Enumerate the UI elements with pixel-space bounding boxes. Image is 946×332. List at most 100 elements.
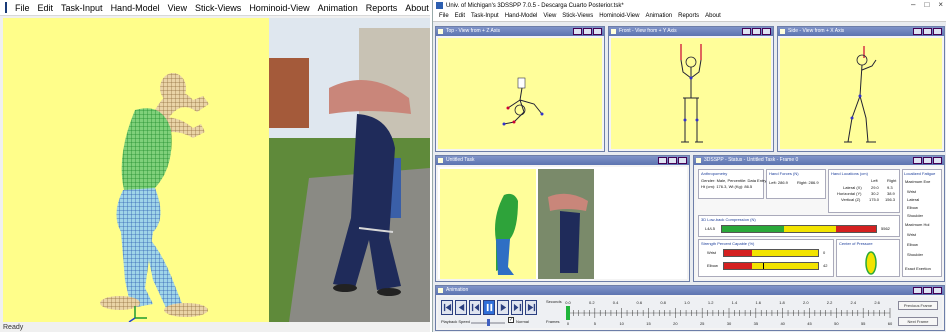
window-icon bbox=[780, 29, 785, 34]
rewind-icon[interactable] bbox=[469, 300, 481, 315]
hand-location-row-left: 30.2 bbox=[871, 191, 879, 196]
menu-view[interactable]: View bbox=[540, 13, 559, 19]
maximize-button[interactable]: □ bbox=[924, 0, 929, 9]
app-logo-icon bbox=[436, 2, 443, 9]
menu-animation[interactable]: Animation bbox=[642, 13, 675, 19]
top-view-canvas[interactable] bbox=[438, 38, 602, 149]
max-icon[interactable] bbox=[923, 157, 932, 164]
menu-about[interactable]: About bbox=[702, 13, 724, 19]
strength-bar-red bbox=[724, 250, 753, 256]
menu-edit[interactable]: Edit bbox=[34, 3, 58, 13]
seconds-tick-label: 2.6 bbox=[874, 300, 880, 305]
frame-tick-label: 5 bbox=[594, 321, 597, 326]
min-icon[interactable] bbox=[658, 157, 667, 164]
close-icon[interactable] bbox=[678, 157, 687, 164]
min-icon[interactable] bbox=[573, 28, 582, 35]
max-icon[interactable] bbox=[668, 157, 677, 164]
frame-tick-label: 0 bbox=[567, 321, 570, 326]
hand-location-row-name: Lateral (X) bbox=[843, 185, 862, 190]
menu-about[interactable]: About bbox=[401, 3, 433, 13]
menu-animation[interactable]: Animation bbox=[314, 3, 362, 13]
menu-reports[interactable]: Reports bbox=[362, 3, 402, 13]
current-frame-marker[interactable] bbox=[566, 306, 570, 320]
window-icon bbox=[611, 29, 616, 34]
top-view-window[interactable]: Top - View from + Z Axis bbox=[435, 26, 605, 152]
menu-hand-model[interactable]: Hand-Model bbox=[107, 3, 164, 13]
strength-row-label: Wrist bbox=[707, 250, 717, 255]
max-icon[interactable] bbox=[923, 28, 932, 35]
animation-window[interactable]: Animation Playback Speed ✓ Normal Second… bbox=[435, 285, 945, 331]
step-back-icon[interactable] bbox=[455, 300, 467, 315]
untitled-task-title: Untitled Task bbox=[446, 157, 475, 163]
skip-start-icon[interactable] bbox=[441, 300, 453, 315]
min-icon[interactable] bbox=[742, 28, 751, 35]
close-icon[interactable] bbox=[593, 28, 602, 35]
side-view-canvas[interactable] bbox=[780, 38, 942, 149]
menu-task-input[interactable]: Task-Input bbox=[468, 13, 502, 19]
fast-forward-icon[interactable] bbox=[511, 300, 523, 315]
seconds-tick-label: 1.0 bbox=[684, 300, 690, 305]
center-of-pressure-label: Center of Pressure bbox=[839, 241, 873, 246]
max-icon[interactable] bbox=[923, 287, 932, 294]
close-icon[interactable] bbox=[933, 287, 942, 294]
report-title: 3DSSPP - Status - Untitled Task - Frame … bbox=[704, 157, 799, 163]
pause-icon[interactable] bbox=[483, 300, 495, 315]
hominoid-viewport[interactable] bbox=[3, 18, 269, 323]
play-icon[interactable] bbox=[497, 300, 509, 315]
seconds-tick-label: 2.0 bbox=[803, 300, 809, 305]
frame-tick-label: 55 bbox=[861, 321, 866, 326]
right-titlebar: Univ. of Michigan's 3DSSPP 7.0.5 - Desca… bbox=[433, 0, 946, 11]
window-title: Univ. of Michigan's 3DSSPP 7.0.5 - Desca… bbox=[446, 2, 624, 9]
menu-reports[interactable]: Reports bbox=[675, 13, 702, 19]
menu-hominoid-view[interactable]: Hominoid-View bbox=[245, 3, 313, 13]
hand-forces-label: Hand Forces (N) bbox=[769, 171, 799, 176]
menu-hominoid-view[interactable]: Hominoid-View bbox=[596, 13, 642, 19]
reference-photo bbox=[269, 18, 430, 322]
skip-end-icon[interactable] bbox=[525, 300, 537, 315]
untitled-task-window[interactable]: Untitled Task bbox=[435, 155, 690, 282]
compression-label: 3D Low-back Compression (N) bbox=[701, 217, 756, 222]
frame-tick-label: 50 bbox=[834, 321, 839, 326]
previous-frame-button[interactable]: Previous Frame bbox=[898, 301, 938, 310]
menu-file[interactable]: File bbox=[436, 13, 452, 19]
compression-value: 5562 bbox=[881, 226, 890, 231]
close-icon[interactable] bbox=[933, 28, 942, 35]
menu-hand-model[interactable]: Hand-Model bbox=[502, 13, 541, 19]
menu-view[interactable]: View bbox=[164, 3, 191, 13]
menu-task-input[interactable]: Task-Input bbox=[57, 3, 107, 13]
min-icon[interactable] bbox=[913, 28, 922, 35]
min-icon[interactable] bbox=[913, 287, 922, 294]
report-window[interactable]: 3DSSPP - Status - Untitled Task - Frame … bbox=[693, 155, 945, 282]
close-icon[interactable] bbox=[933, 157, 942, 164]
frame-tick-label: 30 bbox=[727, 321, 732, 326]
window-icon bbox=[438, 29, 443, 34]
playback-speed-slider[interactable] bbox=[470, 318, 506, 326]
report-body: Anthropometry Gender: Male, Percentile: … bbox=[696, 167, 942, 279]
fatigue-row: Maximum Exe bbox=[905, 179, 931, 184]
close-icon[interactable] bbox=[762, 28, 771, 35]
fatigue-row: Wrist bbox=[907, 232, 917, 237]
frame-timeline[interactable]: 0.0 0.2 0.4 0.6 0.8 1.0 1.2 1.4 1.6 1.8 2.0 2.2 2.4 2… bbox=[564, 298, 898, 328]
seconds-tick-label: 2.2 bbox=[827, 300, 833, 305]
compression-bar-red bbox=[835, 226, 876, 232]
menu-edit[interactable]: Edit bbox=[452, 13, 468, 19]
task-canvas[interactable] bbox=[438, 167, 687, 279]
max-icon[interactable] bbox=[583, 28, 592, 35]
minimize-button[interactable]: – bbox=[911, 0, 915, 9]
max-icon[interactable] bbox=[752, 28, 761, 35]
min-icon[interactable] bbox=[913, 157, 922, 164]
anthropometry-line2: Ht (cm): 176.3, Wt (Kg): 86.5 bbox=[701, 184, 753, 189]
menu-file[interactable]: File bbox=[11, 3, 34, 13]
close-button[interactable]: × bbox=[938, 0, 943, 9]
app-logo-icon[interactable] bbox=[5, 2, 7, 13]
side-view-window[interactable]: Side - View from + X Axis bbox=[777, 26, 945, 152]
playback-speed-label: Playback Speed bbox=[441, 319, 470, 324]
normal-checkbox[interactable]: ✓ bbox=[508, 317, 514, 323]
front-view-canvas[interactable] bbox=[611, 38, 771, 149]
seconds-tick-label: 0.6 bbox=[637, 300, 643, 305]
menu-stick-views[interactable]: Stick-Views bbox=[559, 13, 596, 19]
front-view-window[interactable]: Front - View from + Y Axis bbox=[608, 26, 774, 152]
menu-stick-views[interactable]: Stick-Views bbox=[191, 3, 245, 13]
fatigue-row: Exact Exertion bbox=[905, 266, 931, 271]
next-frame-button[interactable]: Next Frame bbox=[898, 317, 938, 326]
